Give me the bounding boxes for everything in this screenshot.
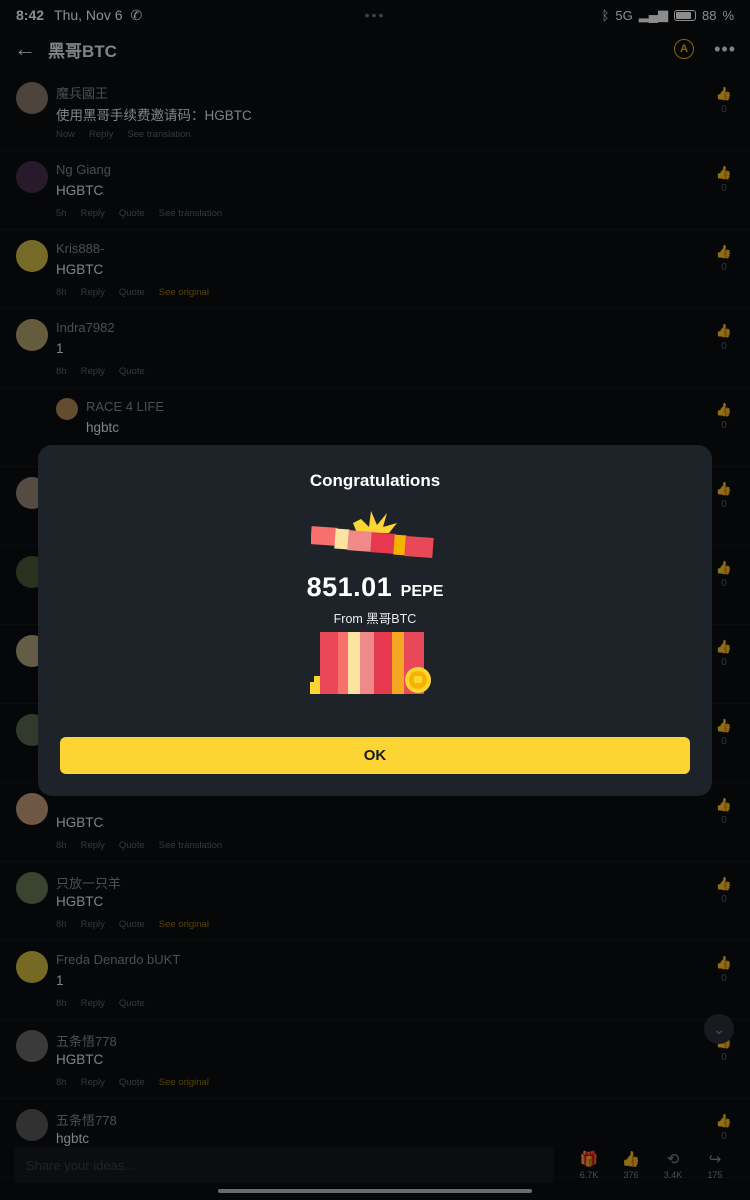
- ok-button[interactable]: OK: [60, 737, 690, 774]
- congratulations-modal: Congratulations 851.01 PEPE From 黑哥BTC O…: [38, 445, 712, 796]
- reward-from: From 黑哥BTC: [333, 612, 417, 626]
- gift-box-icon: [310, 632, 431, 694]
- modal-title: Congratulations: [309, 471, 441, 490]
- gift-lid-icon: [311, 511, 434, 558]
- reward-currency: PEPE: [400, 583, 444, 600]
- reward-amount-row: 851.01 PEPE: [38, 572, 712, 603]
- reward-amount: 851.01: [306, 572, 393, 602]
